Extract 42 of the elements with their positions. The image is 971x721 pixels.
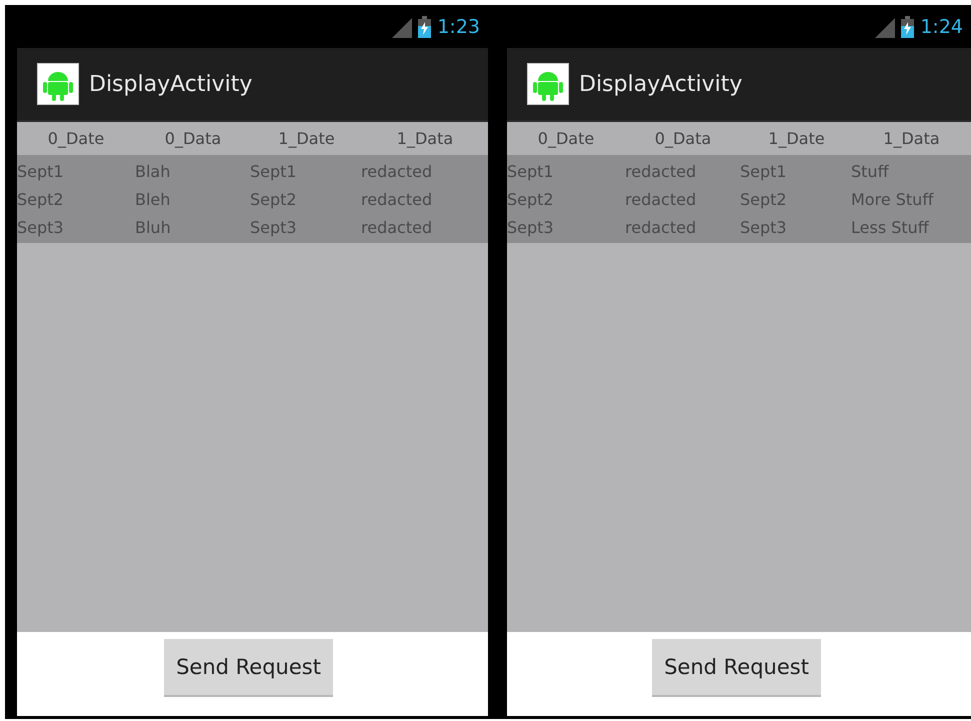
column-header: 1_Data xyxy=(882,129,941,148)
app-icon xyxy=(527,63,569,105)
table-cell-text: redacted xyxy=(361,190,434,208)
app-icon xyxy=(37,63,79,105)
table-cell-text: redacted xyxy=(625,162,698,180)
table-cell-text: Sept1 xyxy=(740,162,788,180)
battery-icon xyxy=(418,16,432,38)
column-header: 0_Data xyxy=(164,129,222,148)
table-cell-text: Sept1 xyxy=(507,162,555,180)
table-cell-text: redacted xyxy=(361,218,434,236)
send-request-button[interactable]: Send Request xyxy=(652,639,821,697)
battery-icon xyxy=(901,16,914,38)
table-cell-text: Sept2 xyxy=(507,190,555,208)
column-header: 1_Data xyxy=(396,129,454,148)
table-cell-text: Sept3 xyxy=(507,218,555,236)
status-time: 1:23 xyxy=(437,16,480,38)
table-cell-text: Less Stuff xyxy=(851,218,930,236)
table-cell-text: Sept2 xyxy=(17,190,65,208)
table-cell-text: More Stuff xyxy=(851,190,935,208)
table-cell-text: Blah xyxy=(135,162,172,180)
column-header: 1_Date xyxy=(277,129,336,148)
table-cell-text: Sept3 xyxy=(250,218,298,236)
status-time: 1:24 xyxy=(920,16,963,38)
table-cell-text: Bleh xyxy=(135,190,172,208)
table-cell-text: Stuff xyxy=(851,162,890,180)
table-cell-text: Sept1 xyxy=(17,162,65,180)
column-header: 0_Date xyxy=(46,129,106,148)
app-title: DisplayActivity xyxy=(89,72,252,96)
table-cell-text: redacted xyxy=(625,190,698,208)
table-cell-text: Sept2 xyxy=(740,190,788,208)
table-cell-text: Sept1 xyxy=(250,162,298,180)
column-header: 0_Date xyxy=(536,129,596,148)
table-cell-text: redacted xyxy=(361,162,434,180)
send-request-button[interactable]: Send Request xyxy=(164,639,333,697)
table-cell-text: Sept3 xyxy=(740,218,788,236)
table-cell-text: Sept3 xyxy=(17,218,65,236)
table-cell-text: Sept2 xyxy=(250,190,298,208)
app-title: DisplayActivity xyxy=(579,72,742,96)
table-cell-text: Bluh xyxy=(135,218,172,236)
column-header: 1_Date xyxy=(767,129,826,148)
table-cell-text: redacted xyxy=(625,218,698,236)
column-header: 0_Data xyxy=(654,129,712,148)
